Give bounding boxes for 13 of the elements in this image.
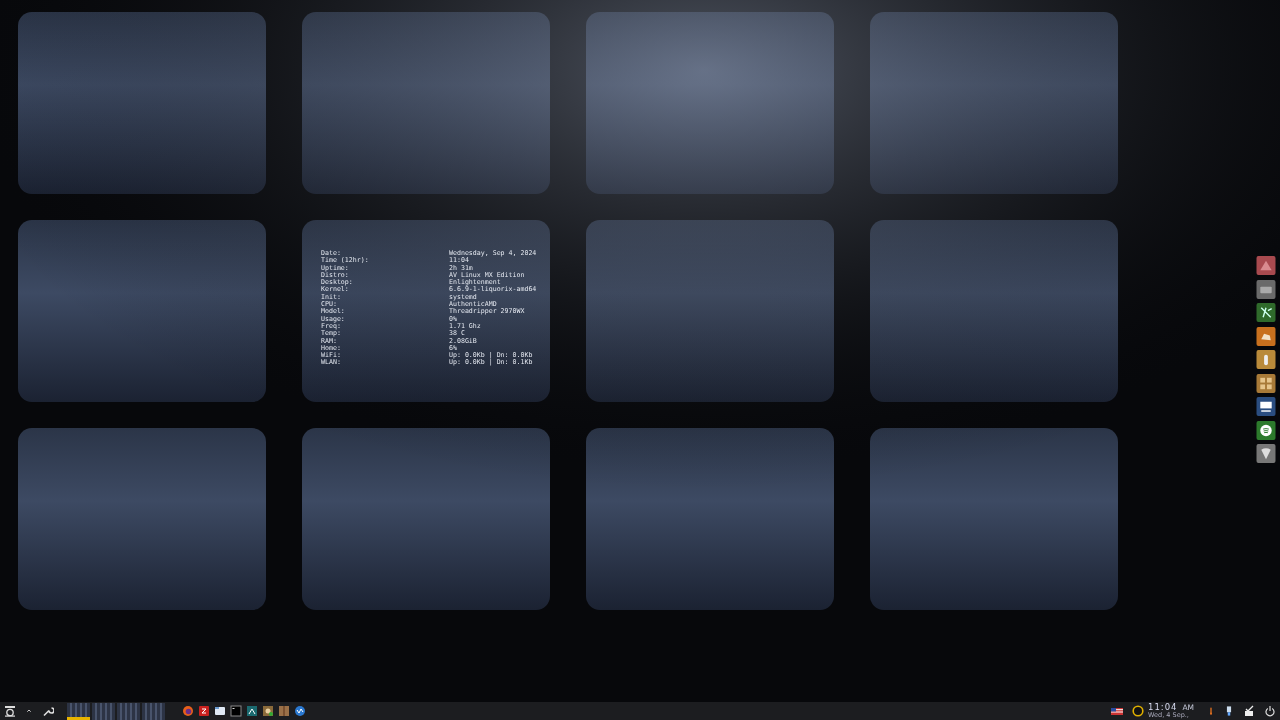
- folder-icon[interactable]: [214, 705, 226, 717]
- pager-desktop[interactable]: [67, 702, 90, 720]
- thermometer-icon[interactable]: [1207, 705, 1215, 717]
- usb-drive-icon[interactable]: [1224, 705, 1234, 717]
- power-icon[interactable]: [1264, 705, 1276, 717]
- globe-icon[interactable]: [294, 705, 306, 717]
- menu-icon[interactable]: [4, 705, 16, 717]
- flag-icon[interactable]: [1111, 705, 1123, 717]
- package-icon[interactable]: [1243, 705, 1255, 717]
- terminal-icon[interactable]: [230, 705, 242, 717]
- ring-icon[interactable]: [1132, 705, 1144, 717]
- clock-time: 11:04: [1148, 703, 1179, 712]
- box-icon[interactable]: [278, 705, 290, 717]
